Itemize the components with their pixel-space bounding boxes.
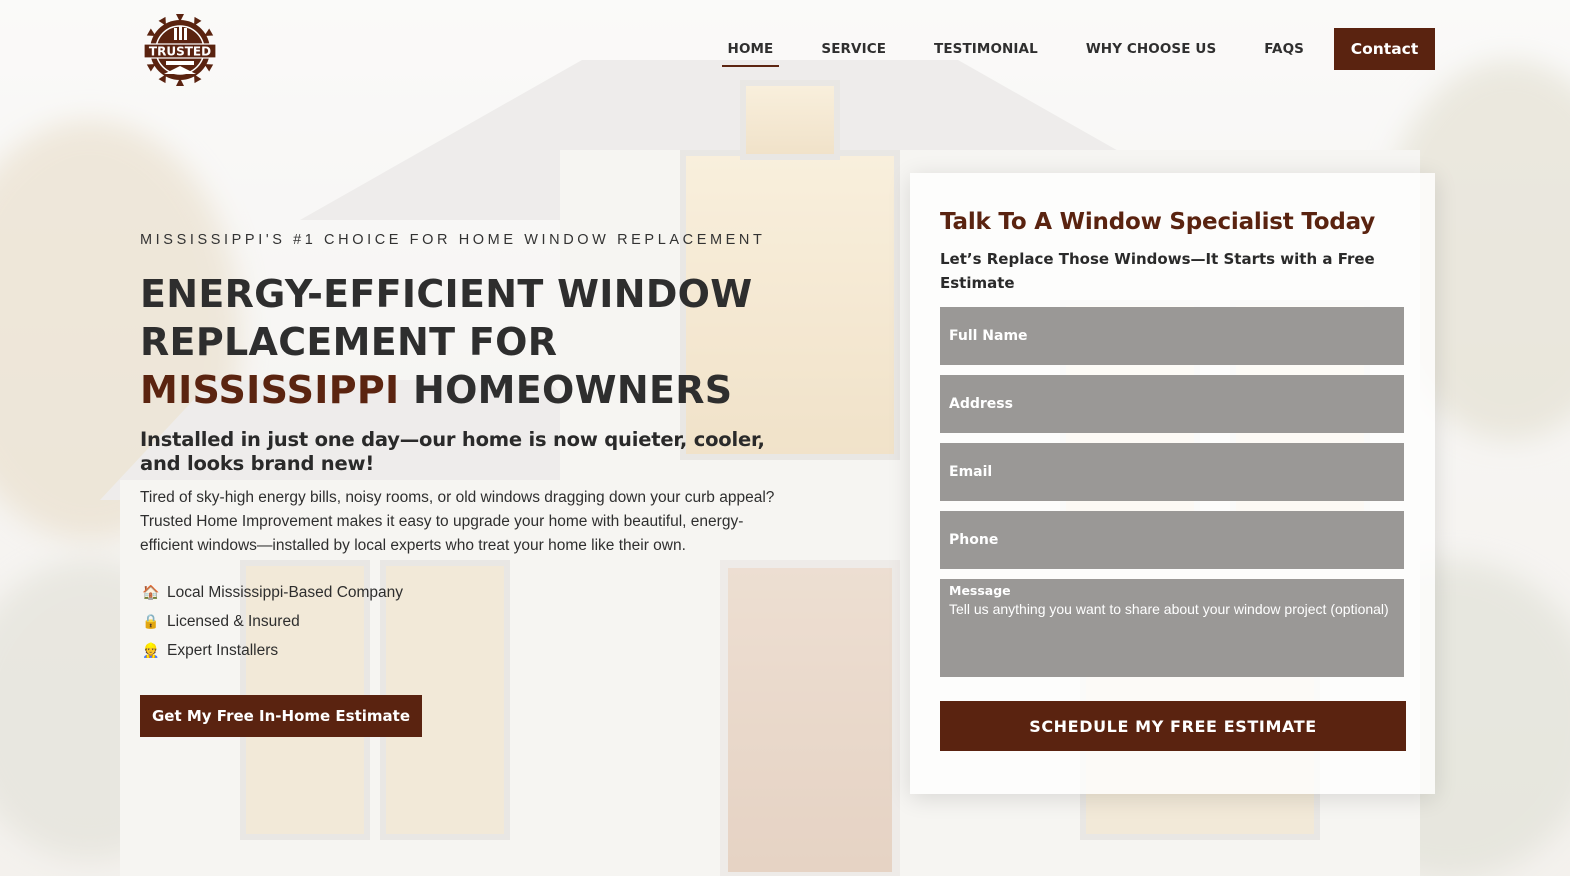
message-label: Message xyxy=(949,583,1011,598)
estimate-form-card: Talk To A Window Specialist Today Let’s … xyxy=(910,173,1435,794)
nav-testimonial[interactable]: TESTIMONIAL xyxy=(928,37,1044,61)
feature-item: 👷 Expert Installers xyxy=(140,636,790,665)
site-header: TRUSTED HOME SERVICE TESTIMONIAL WHY CHO… xyxy=(0,0,1570,96)
nav-home[interactable]: HOME xyxy=(721,37,780,67)
main-nav: HOME SERVICE TESTIMONIAL WHY CHOOSE US F… xyxy=(686,28,1435,70)
free-estimate-button[interactable]: Get My Free In-Home Estimate xyxy=(140,695,422,737)
saw-blade-logo-icon: TRUSTED xyxy=(143,14,217,86)
email-field[interactable]: Email xyxy=(940,443,1404,501)
logo[interactable]: TRUSTED xyxy=(140,12,220,86)
headline-line-3: HOMEOWNERS xyxy=(399,368,733,412)
feature-label: Expert Installers xyxy=(167,641,279,659)
lock-icon: 🔒 xyxy=(142,613,160,629)
house-icon: 🏠 xyxy=(142,584,160,600)
hero-headline: ENERGY-EFFICIENT WINDOW REPLACEMENT FOR … xyxy=(140,270,790,414)
message-field[interactable]: Message Tell us anything you want to sha… xyxy=(940,579,1404,677)
headline-line-2: REPLACEMENT FOR xyxy=(140,320,558,364)
feature-list: 🏠 Local Mississippi-Based Company 🔒 Lice… xyxy=(140,578,790,665)
nav-faqs[interactable]: FAQS xyxy=(1258,37,1310,61)
phone-field[interactable]: Phone xyxy=(940,511,1404,569)
full-name-field[interactable]: Full Name xyxy=(940,307,1404,365)
worker-icon: 👷 xyxy=(142,642,160,658)
headline-line-1: ENERGY-EFFICIENT WINDOW xyxy=(140,272,753,316)
feature-item: 🔒 Licensed & Insured xyxy=(140,607,790,636)
nav-service[interactable]: SERVICE xyxy=(815,37,892,61)
headline-accent: MISSISSIPPI xyxy=(140,368,400,412)
feature-label: Local Mississippi-Based Company xyxy=(167,583,404,601)
message-placeholder: Tell us anything you want to share about… xyxy=(949,601,1389,617)
schedule-estimate-button[interactable]: SCHEDULE MY FREE ESTIMATE xyxy=(940,701,1406,751)
contact-button[interactable]: Contact xyxy=(1334,28,1435,70)
hero-body: Tired of sky-high energy bills, noisy ro… xyxy=(140,489,775,554)
form-title: Talk To A Window Specialist Today xyxy=(940,209,1376,235)
feature-label: Licensed & Insured xyxy=(167,612,300,630)
hero-eyebrow: MISSISSIPPI'S #1 CHOICE FOR HOME WINDOW … xyxy=(140,232,766,248)
address-field[interactable]: Address xyxy=(940,375,1404,433)
nav-why-choose-us[interactable]: WHY CHOOSE US xyxy=(1080,37,1222,61)
form-subtitle: Let’s Replace Those Windows—It Starts wi… xyxy=(940,250,1375,292)
feature-item: 🏠 Local Mississippi-Based Company xyxy=(140,578,790,607)
hero-subhead: Installed in just one day—our home is no… xyxy=(140,428,765,475)
svg-text:TRUSTED: TRUSTED xyxy=(149,45,211,59)
hero-content: MISSISSIPPI'S #1 CHOICE FOR HOME WINDOW … xyxy=(140,232,790,737)
